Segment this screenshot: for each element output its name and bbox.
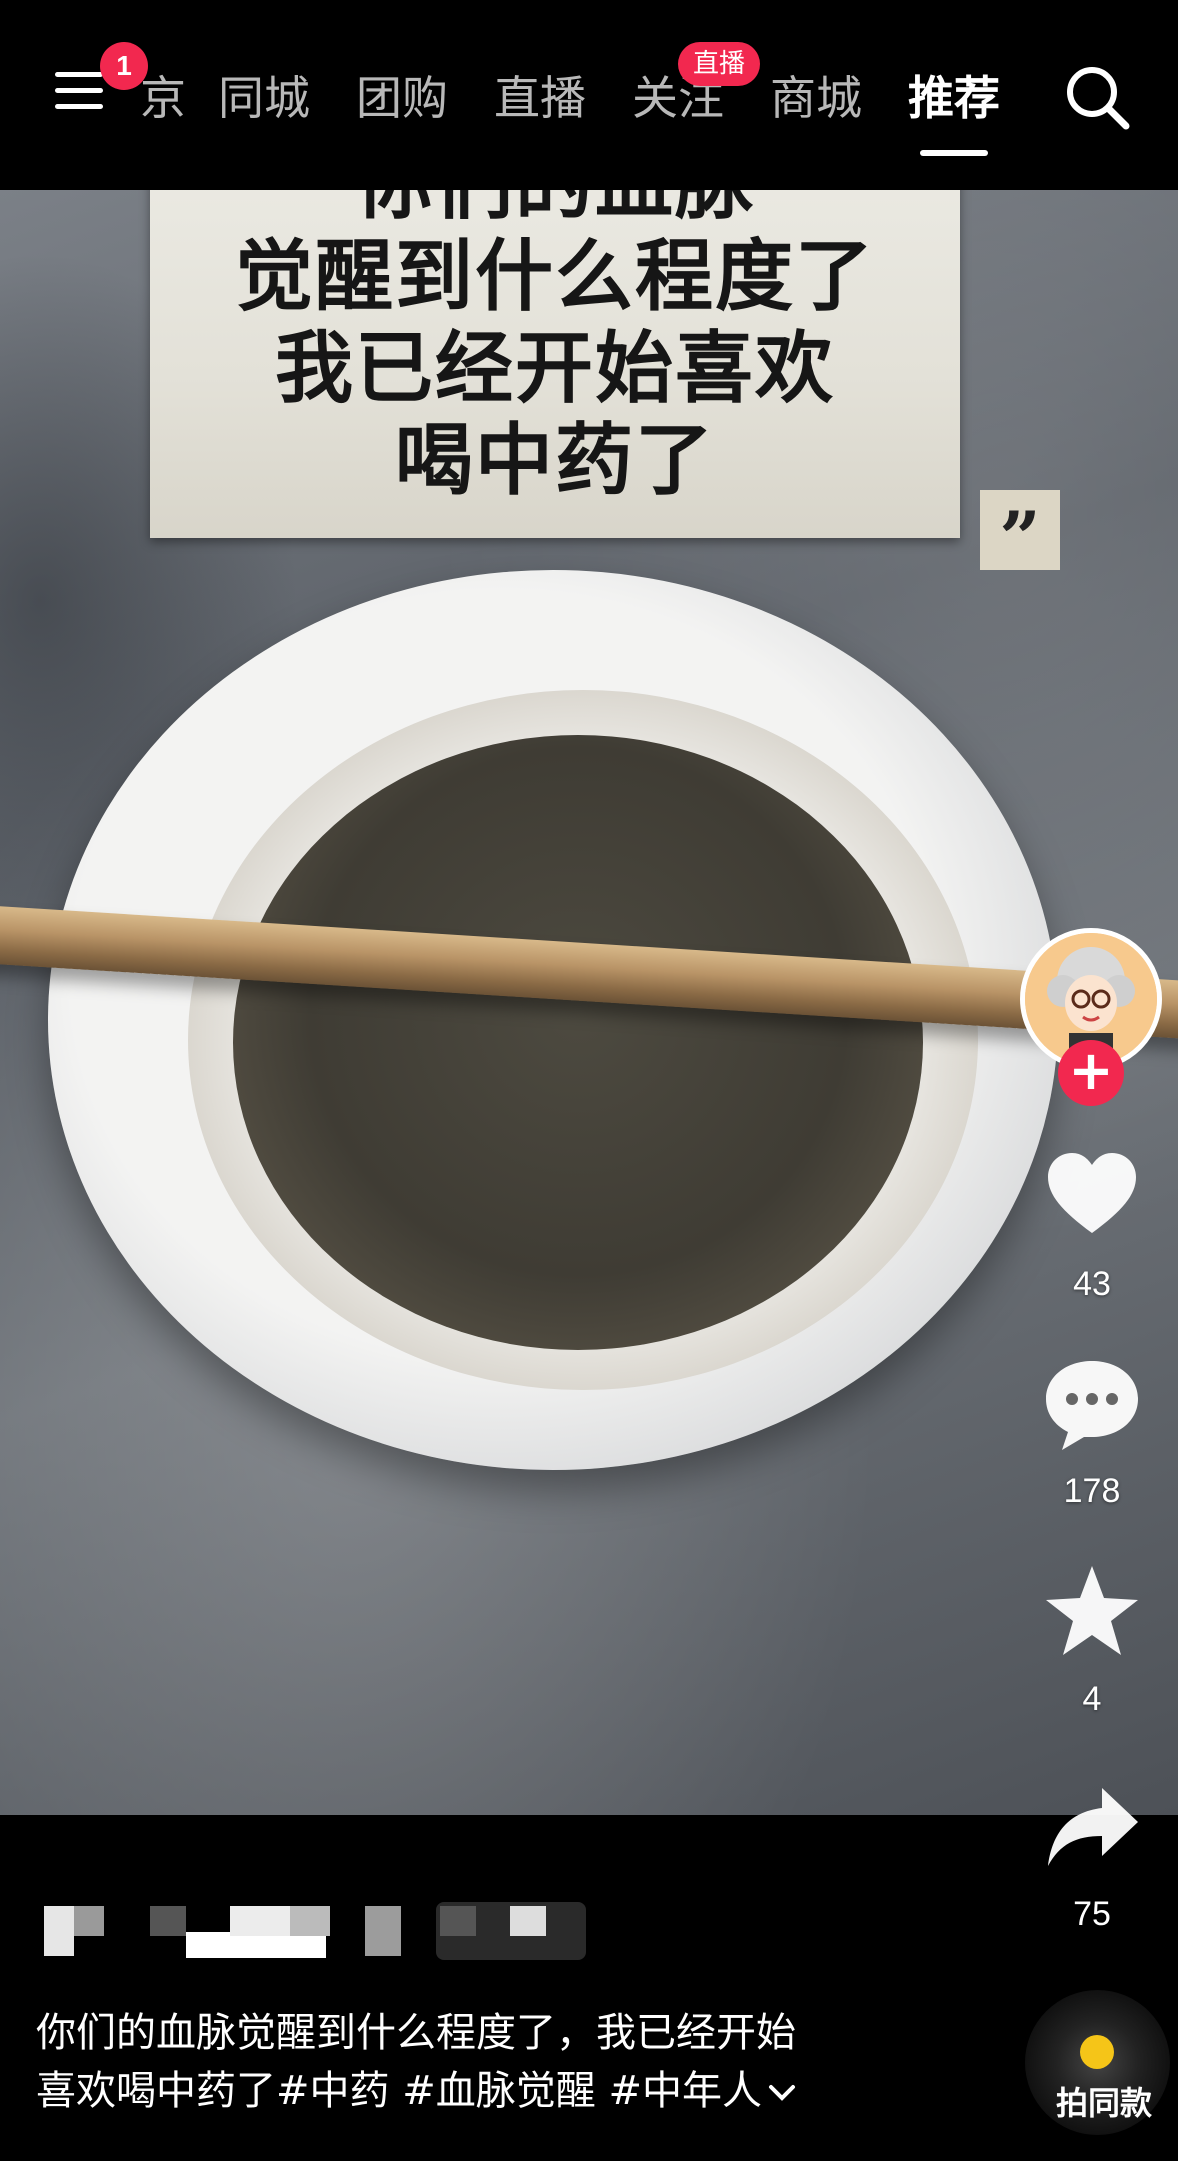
bowl-inner	[188, 690, 978, 1390]
chevron-down-icon[interactable]	[768, 2083, 796, 2103]
author-name-redacted[interactable]	[40, 1902, 600, 1964]
caption-line: 我已经开始喜欢	[274, 323, 835, 414]
tab-group-buy[interactable]: 团购	[356, 62, 448, 128]
caption-line: 觉醒到什么程度了	[234, 231, 875, 322]
search-icon[interactable]	[1062, 62, 1132, 132]
like-count: 43	[1073, 1265, 1111, 1303]
video-caption-card: 你们的血脉 觉醒到什么程度了 我已经开始喜欢 喝中药了	[150, 133, 960, 538]
follow-button[interactable]: +	[1058, 1040, 1124, 1106]
tab-mall[interactable]: 商城	[770, 62, 862, 128]
tab-recommend[interactable]: 推荐	[908, 62, 1000, 128]
live-badge: 直播	[678, 42, 760, 86]
favorite-count: 4	[1082, 1680, 1102, 1718]
caption-line: 喝中药了	[394, 415, 715, 506]
disc-center	[1080, 2035, 1114, 2069]
top-nav-bar: 1 京 同城 团购 直播 关注 商城 推荐 直播	[0, 0, 1178, 190]
comment-icon[interactable]	[1042, 1355, 1142, 1455]
menu-icon[interactable]	[55, 72, 103, 112]
tab-live[interactable]: 直播	[494, 62, 586, 128]
description-line: 喜欢喝中药了#中药 #血脉觉醒 #中年人	[36, 2068, 762, 2114]
tab-local[interactable]: 京	[140, 62, 186, 128]
heart-icon[interactable]	[1042, 1145, 1142, 1245]
same-style-button[interactable]: 拍同款	[1030, 2078, 1178, 2124]
herbal-medicine	[233, 735, 923, 1350]
active-tab-indicator	[920, 150, 988, 156]
close-quote-icon: ”	[980, 490, 1060, 580]
share-count: 75	[1073, 1895, 1111, 1933]
video-description[interactable]: 你们的血脉觉醒到什么程度了，我已经开始 喜欢喝中药了#中药 #血脉觉醒 #中年人	[36, 2004, 1016, 2120]
tab-same-city[interactable]: 同城	[218, 62, 310, 128]
share-icon[interactable]	[1042, 1778, 1142, 1878]
comment-count: 178	[1063, 1472, 1121, 1510]
star-icon[interactable]	[1042, 1562, 1142, 1662]
description-line: 你们的血脉觉醒到什么程度了，我已经开始	[36, 2010, 796, 2056]
